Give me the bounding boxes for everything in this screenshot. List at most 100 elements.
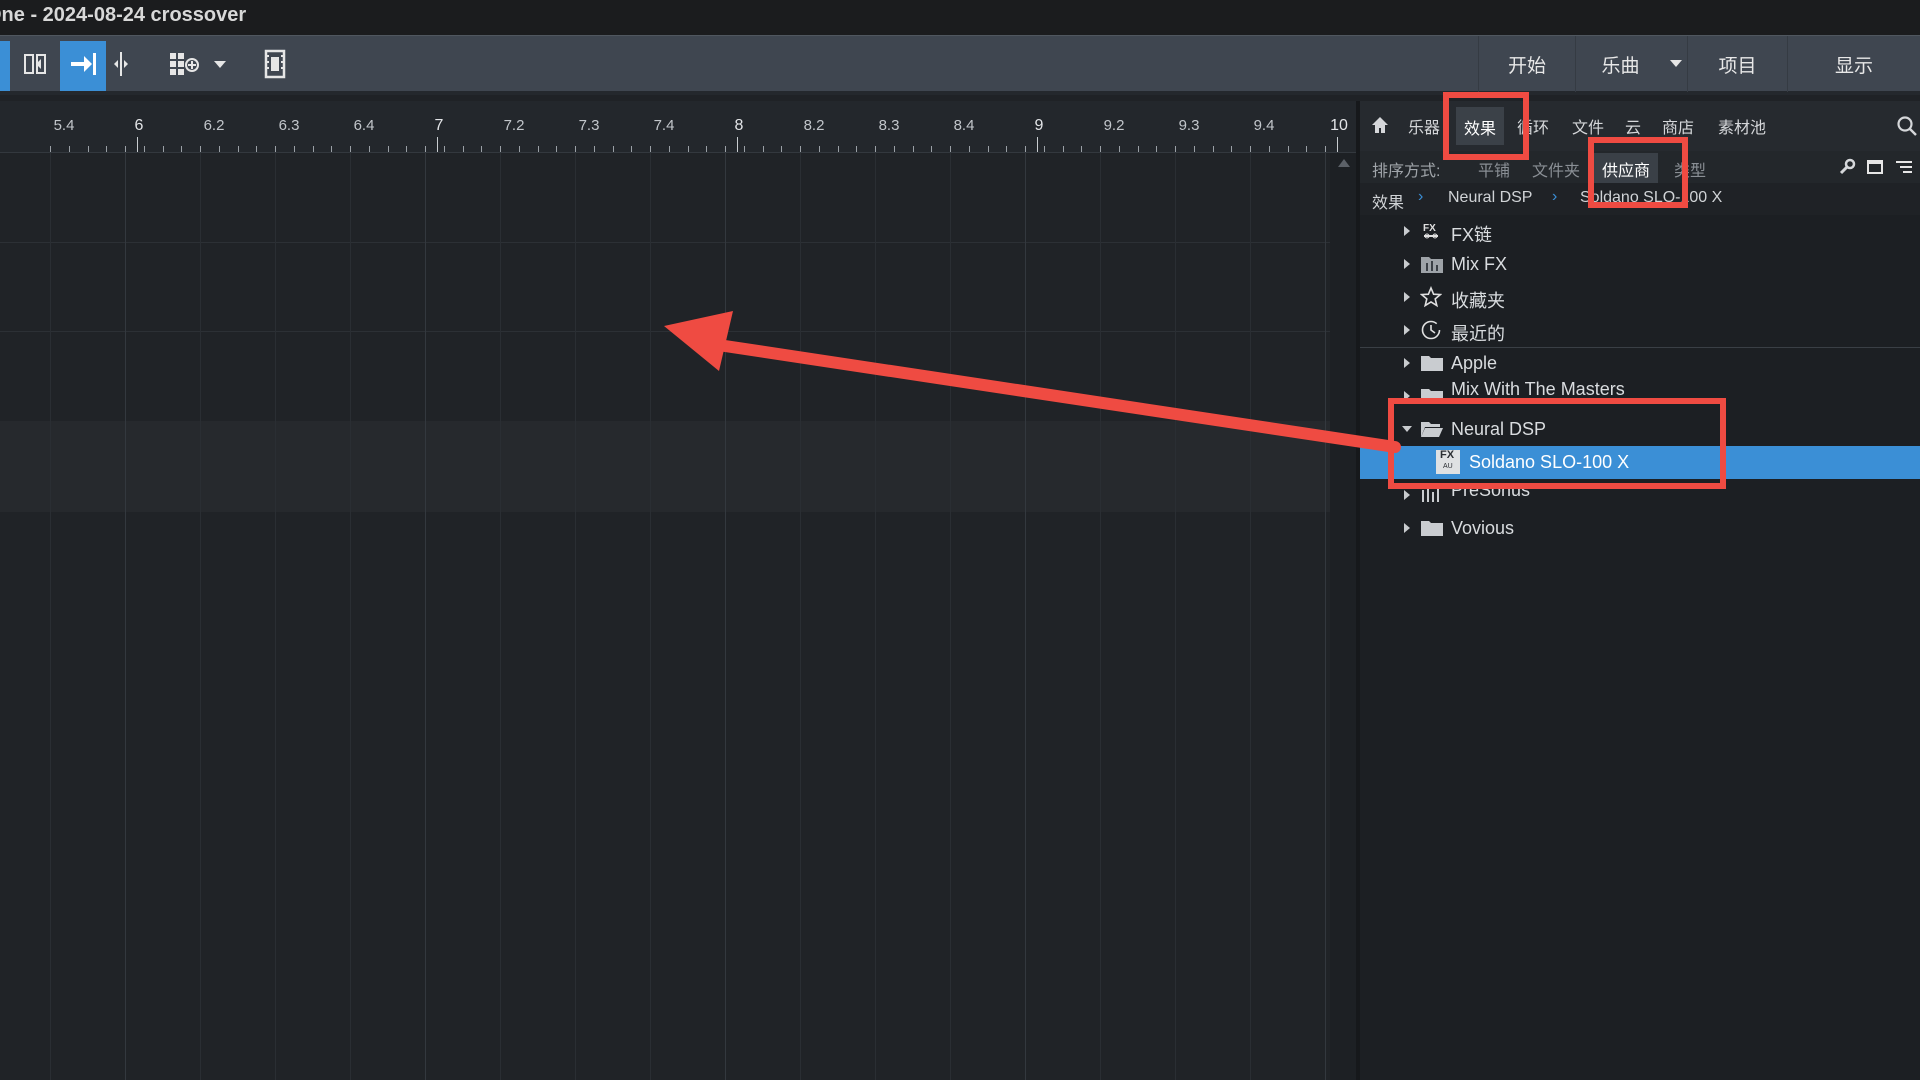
ruler-tick: [763, 146, 764, 152]
ruler-tick: [838, 146, 839, 152]
chevron-right-icon[interactable]: [1404, 523, 1410, 533]
tree-item-label: 收藏夹: [1451, 291, 1505, 311]
chevron-down-icon[interactable]: [1402, 426, 1412, 432]
ruler-tick: [181, 146, 182, 152]
breadcrumb-plugin[interactable]: Soldano SLO-100 X: [1580, 189, 1722, 207]
chevron-right-icon[interactable]: [1404, 358, 1410, 368]
scroll-up-icon[interactable]: [1338, 159, 1350, 167]
ruler-label: 7.4: [653, 117, 675, 134]
tab-cloud[interactable]: 云: [1625, 114, 1641, 138]
tree-item-label: PreSonus: [1451, 480, 1531, 500]
timeline-ruler[interactable]: 5.4 6 6.2 6.3 6.4 7 7.2 7.3 7.4 8 8.2 8.3 8.4 9 9.2 9.3…: [0, 101, 1356, 153]
nav-start-button[interactable]: 开始: [1478, 36, 1575, 92]
ruler-tick: [1194, 146, 1195, 152]
ruler-tick: [1006, 146, 1007, 152]
tab-pool[interactable]: 素材池: [1718, 114, 1766, 138]
grid-line: [200, 153, 201, 1080]
ruler-tick: [1100, 146, 1101, 152]
film-icon: [263, 49, 287, 84]
ruler-tick: [406, 146, 407, 152]
tree-item-label: Vovious: [1451, 518, 1515, 538]
tab-loops[interactable]: 循环: [1517, 114, 1549, 138]
ruler-tick: [969, 146, 970, 152]
snap-button[interactable]: [60, 41, 106, 91]
vertical-scrollbar[interactable]: [1330, 153, 1356, 1080]
tab-files[interactable]: 文件: [1572, 114, 1604, 138]
ruler-tick: [481, 146, 482, 152]
chevron-right-icon[interactable]: [1404, 391, 1410, 401]
ruler-tick: [238, 146, 239, 152]
cursor-split-icon: [111, 50, 131, 83]
split-icon: [23, 52, 49, 81]
nav-display-button[interactable]: 显示: [1787, 36, 1920, 92]
chevron-right-icon[interactable]: [1404, 226, 1410, 236]
fx-icon-text: FX: [1440, 449, 1455, 461]
chevron-right-icon[interactable]: [1404, 325, 1410, 335]
grid-dropdown-button[interactable]: [208, 41, 232, 91]
split-tool-button[interactable]: [16, 41, 56, 91]
ruler-tick: [950, 146, 951, 152]
folder-icon: [1420, 352, 1443, 374]
window-icon[interactable]: [1866, 158, 1884, 181]
tree-item-mix-fx[interactable]: Mix FX: [1360, 248, 1920, 281]
nav-display-label: 显示: [1834, 55, 1873, 77]
ruler-tick: [369, 146, 370, 152]
tab-effects[interactable]: 效果: [1456, 107, 1505, 145]
ruler-tick: [613, 146, 614, 152]
grid-line: [50, 153, 51, 1080]
tree-item-fx-chain[interactable]: FX FX链: [1360, 215, 1920, 248]
browser-panel: 乐器 效果 循环 文件 云 商店 素材池 排序方式: 平铺 文件夹 供应商 类型…: [1360, 101, 1920, 1080]
tree-item-mwtm[interactable]: Mix With The Masters: [1360, 379, 1920, 413]
grid-line: [1100, 153, 1101, 1080]
tab-shop[interactable]: 商店: [1662, 114, 1694, 138]
home-icon[interactable]: [1370, 115, 1390, 140]
tab-instruments[interactable]: 乐器: [1408, 114, 1440, 138]
ruler-tick: [856, 146, 857, 152]
list-view-icon[interactable]: [1894, 158, 1914, 181]
chevron-right-icon[interactable]: [1404, 490, 1410, 500]
tree-item-soldano[interactable]: FX AU Soldano SLO-100 X: [1360, 446, 1920, 479]
video-button[interactable]: [258, 41, 292, 91]
tree-item-vovious[interactable]: Vovious: [1360, 512, 1920, 545]
tool-left-edge-button[interactable]: [0, 41, 10, 91]
sort-vendor[interactable]: 供应商: [1594, 153, 1659, 185]
presonus-icon: [1420, 484, 1442, 506]
tree-item-presonus[interactable]: PreSonus: [1360, 479, 1920, 512]
tree-item-label: Mix FX: [1451, 254, 1507, 274]
ruler-label: 9.2: [1103, 117, 1125, 134]
tree-item-favorites[interactable]: 收藏夹: [1360, 281, 1920, 314]
wrench-icon[interactable]: [1838, 158, 1856, 181]
grid-line: [1175, 153, 1176, 1080]
tree-item-apple[interactable]: Apple: [1360, 347, 1920, 380]
tree-item-recent[interactable]: 最近的: [1360, 314, 1920, 347]
nav-song-dropdown[interactable]: [1665, 36, 1687, 92]
chevron-right-icon[interactable]: [1404, 292, 1410, 302]
edit-cursor-button[interactable]: [108, 41, 134, 91]
ruler-tick: [1288, 146, 1289, 152]
star-icon: [1419, 285, 1443, 308]
grid-button[interactable]: [164, 41, 204, 91]
breadcrumb-vendor[interactable]: Neural DSP: [1448, 189, 1532, 207]
nav-project-button[interactable]: 项目: [1687, 36, 1787, 92]
breadcrumb-effects[interactable]: 效果: [1372, 189, 1404, 213]
ruler-tick: [1306, 146, 1307, 152]
search-icon[interactable]: [1896, 115, 1918, 142]
ruler-major-tick: [437, 137, 438, 152]
tree-item-neural-dsp[interactable]: Neural DSP: [1360, 413, 1920, 446]
nav-song-button[interactable]: 乐曲: [1575, 36, 1665, 92]
sort-bar: 排序方式: 平铺 文件夹 供应商 类型: [1360, 151, 1920, 185]
ruler-tick: [669, 146, 670, 152]
arrange-view[interactable]: [0, 153, 1330, 1080]
chevron-down-icon: [1669, 53, 1683, 75]
chevron-right-icon[interactable]: [1404, 259, 1410, 269]
sort-type[interactable]: 类型: [1674, 157, 1706, 181]
sort-folder[interactable]: 文件夹: [1532, 157, 1580, 181]
window-title-bar: One - 2024-08-24 crossover: [0, 0, 1920, 35]
sort-flat[interactable]: 平铺: [1478, 157, 1510, 181]
sort-label: 排序方式:: [1372, 163, 1441, 180]
ruler-tick: [69, 146, 70, 152]
ruler-tick: [631, 146, 632, 152]
ruler-tick: [350, 146, 351, 152]
tree-item-label: 最近的: [1451, 324, 1505, 344]
ruler-label: 8: [734, 117, 744, 134]
